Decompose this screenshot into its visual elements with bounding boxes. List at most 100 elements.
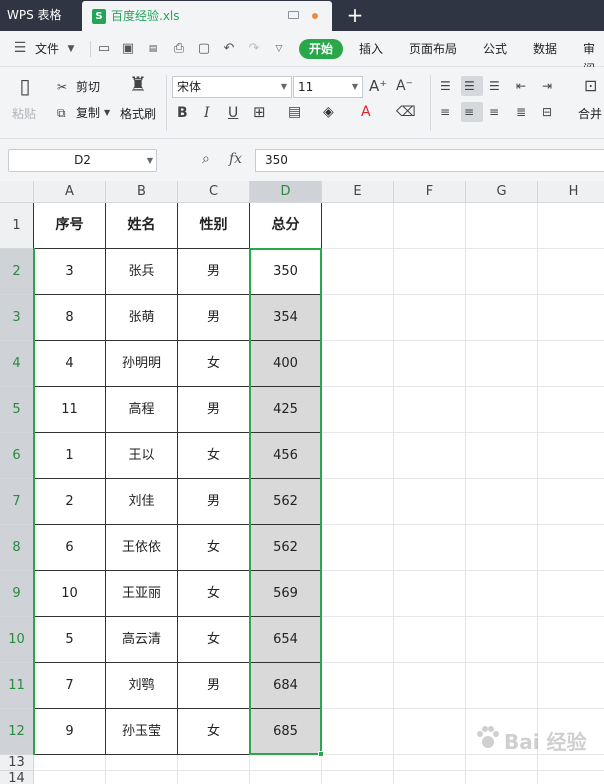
undo-icon[interactable]: ↶ [221,41,237,57]
table-cell[interactable]: 3 [34,249,106,295]
table-cell[interactable]: 女 [178,433,250,479]
plus-icon[interactable]: + [345,4,365,26]
table-cell[interactable]: 高云清 [106,617,178,663]
copy-button[interactable]: 复制 [76,104,100,122]
merge-button[interactable]: 合并 [578,105,602,123]
align-middle-icon[interactable]: ☰ [464,77,475,95]
table-cell[interactable]: 王以 [106,433,178,479]
empty-cell[interactable] [322,387,394,433]
formula-input[interactable]: 350 [255,149,604,172]
empty-cell[interactable] [394,203,466,249]
table-header-cell[interactable]: 总分 [250,203,322,249]
font-name-select[interactable]: 宋体 ▼ [172,76,292,98]
table-cell[interactable]: 女 [178,525,250,571]
print-icon[interactable]: ⎙ [171,41,187,57]
table-cell[interactable]: 9 [34,709,106,755]
empty-cell[interactable] [250,755,322,771]
table-cell[interactable]: 女 [178,571,250,617]
table-cell[interactable]: 10 [34,571,106,617]
fx-icon[interactable]: fx [229,150,242,168]
monitor-icon[interactable] [288,11,299,19]
table-cell[interactable]: 654 [250,617,322,663]
empty-cell[interactable] [394,249,466,295]
print-preview-icon[interactable]: ▢ [196,41,212,57]
empty-cell[interactable] [322,249,394,295]
export-pdf-icon[interactable]: ▤ [145,41,161,57]
empty-cell[interactable] [466,571,538,617]
table-cell[interactable]: 王依依 [106,525,178,571]
cut-button[interactable]: 剪切 [76,78,100,96]
tab-data[interactable]: 数据 [533,39,557,59]
empty-cell[interactable] [322,709,394,755]
eraser-icon[interactable]: ⌫ [396,103,416,121]
empty-cell[interactable] [394,525,466,571]
table-cell[interactable]: 2 [34,479,106,525]
empty-cell[interactable] [322,203,394,249]
table-cell[interactable]: 男 [178,295,250,341]
column-header-a[interactable]: A [34,181,106,203]
empty-cell[interactable] [466,249,538,295]
empty-cell[interactable] [322,341,394,387]
table-cell[interactable]: 8 [34,295,106,341]
empty-cell[interactable] [178,755,250,771]
column-header-e[interactable]: E [322,181,394,203]
empty-cell[interactable] [322,295,394,341]
row-header-9[interactable]: 9 [0,571,34,617]
empty-cell[interactable] [34,755,106,771]
empty-cell[interactable] [466,341,538,387]
row-header-4[interactable]: 4 [0,341,34,387]
increase-font-icon[interactable]: A⁺ [369,77,387,95]
column-header-c[interactable]: C [178,181,250,203]
select-all-corner[interactable] [0,181,34,203]
column-header-g[interactable]: G [466,181,538,203]
format-painter-button[interactable]: 格式刷 [120,105,156,123]
chevron-down-icon[interactable]: ▽ [271,41,287,57]
spreadsheet-grid[interactable]: A B C D E F G H 1 2 3 4 5 6 7 8 9 10 11 12 13 14 序号 姓名 性别 总分 3 张兵男 3… [0,181,604,784]
open-folder-icon[interactable]: ▭ [96,41,112,57]
table-cell[interactable]: 6 [34,525,106,571]
paste-button[interactable]: 粘贴 [12,105,36,123]
empty-cell[interactable] [394,433,466,479]
table-cell[interactable]: 男 [178,249,250,295]
table-cell[interactable]: 5 [34,617,106,663]
document-tab[interactable]: S 百度经验.xls [82,1,332,31]
empty-cell[interactable] [538,571,604,617]
empty-cell[interactable] [322,771,394,784]
empty-cell[interactable] [394,755,466,771]
empty-cell[interactable] [538,617,604,663]
align-center-icon[interactable]: ≡ [464,103,474,121]
align-top-icon[interactable]: ☰ [440,77,451,95]
distributed-align-icon[interactable]: ⊟ [542,103,552,121]
column-header-h[interactable]: H [538,181,604,203]
empty-cell[interactable] [394,771,466,784]
empty-cell[interactable] [466,663,538,709]
empty-cell[interactable] [394,479,466,525]
table-cell[interactable]: 11 [34,387,106,433]
row-header-11[interactable]: 11 [0,663,34,709]
row-header-12[interactable]: 12 [0,709,34,755]
fill-color-icon[interactable]: ◈ [323,103,334,121]
table-cell[interactable]: 569 [250,571,322,617]
table-cell[interactable]: 女 [178,341,250,387]
table-cell[interactable]: 400 [250,341,322,387]
empty-cell[interactable] [178,771,250,784]
empty-cell[interactable] [538,433,604,479]
table-cell[interactable]: 王亚丽 [106,571,178,617]
table-cell[interactable]: 孙玉莹 [106,709,178,755]
table-cell[interactable]: 562 [250,525,322,571]
column-header-d[interactable]: D [250,181,322,203]
wrap-text-icon[interactable]: ⇥ [542,77,552,95]
table-header-cell[interactable]: 性别 [178,203,250,249]
empty-cell[interactable] [322,663,394,709]
row-header-8[interactable]: 8 [0,525,34,571]
tab-home[interactable]: 开始 [299,39,343,59]
zoom-icon[interactable]: ⌕ [202,151,218,167]
chevron-down-icon[interactable]: ▼ [63,41,79,57]
table-cell[interactable]: 456 [250,433,322,479]
table-cell[interactable]: 张兵 [106,249,178,295]
align-left-icon[interactable]: ≡ [440,103,450,121]
row-header-14[interactable]: 14 [0,771,34,784]
tab-review[interactable]: 审阅 [583,39,604,76]
empty-cell[interactable] [466,771,538,784]
borders-icon[interactable]: ⊞ [253,103,266,121]
